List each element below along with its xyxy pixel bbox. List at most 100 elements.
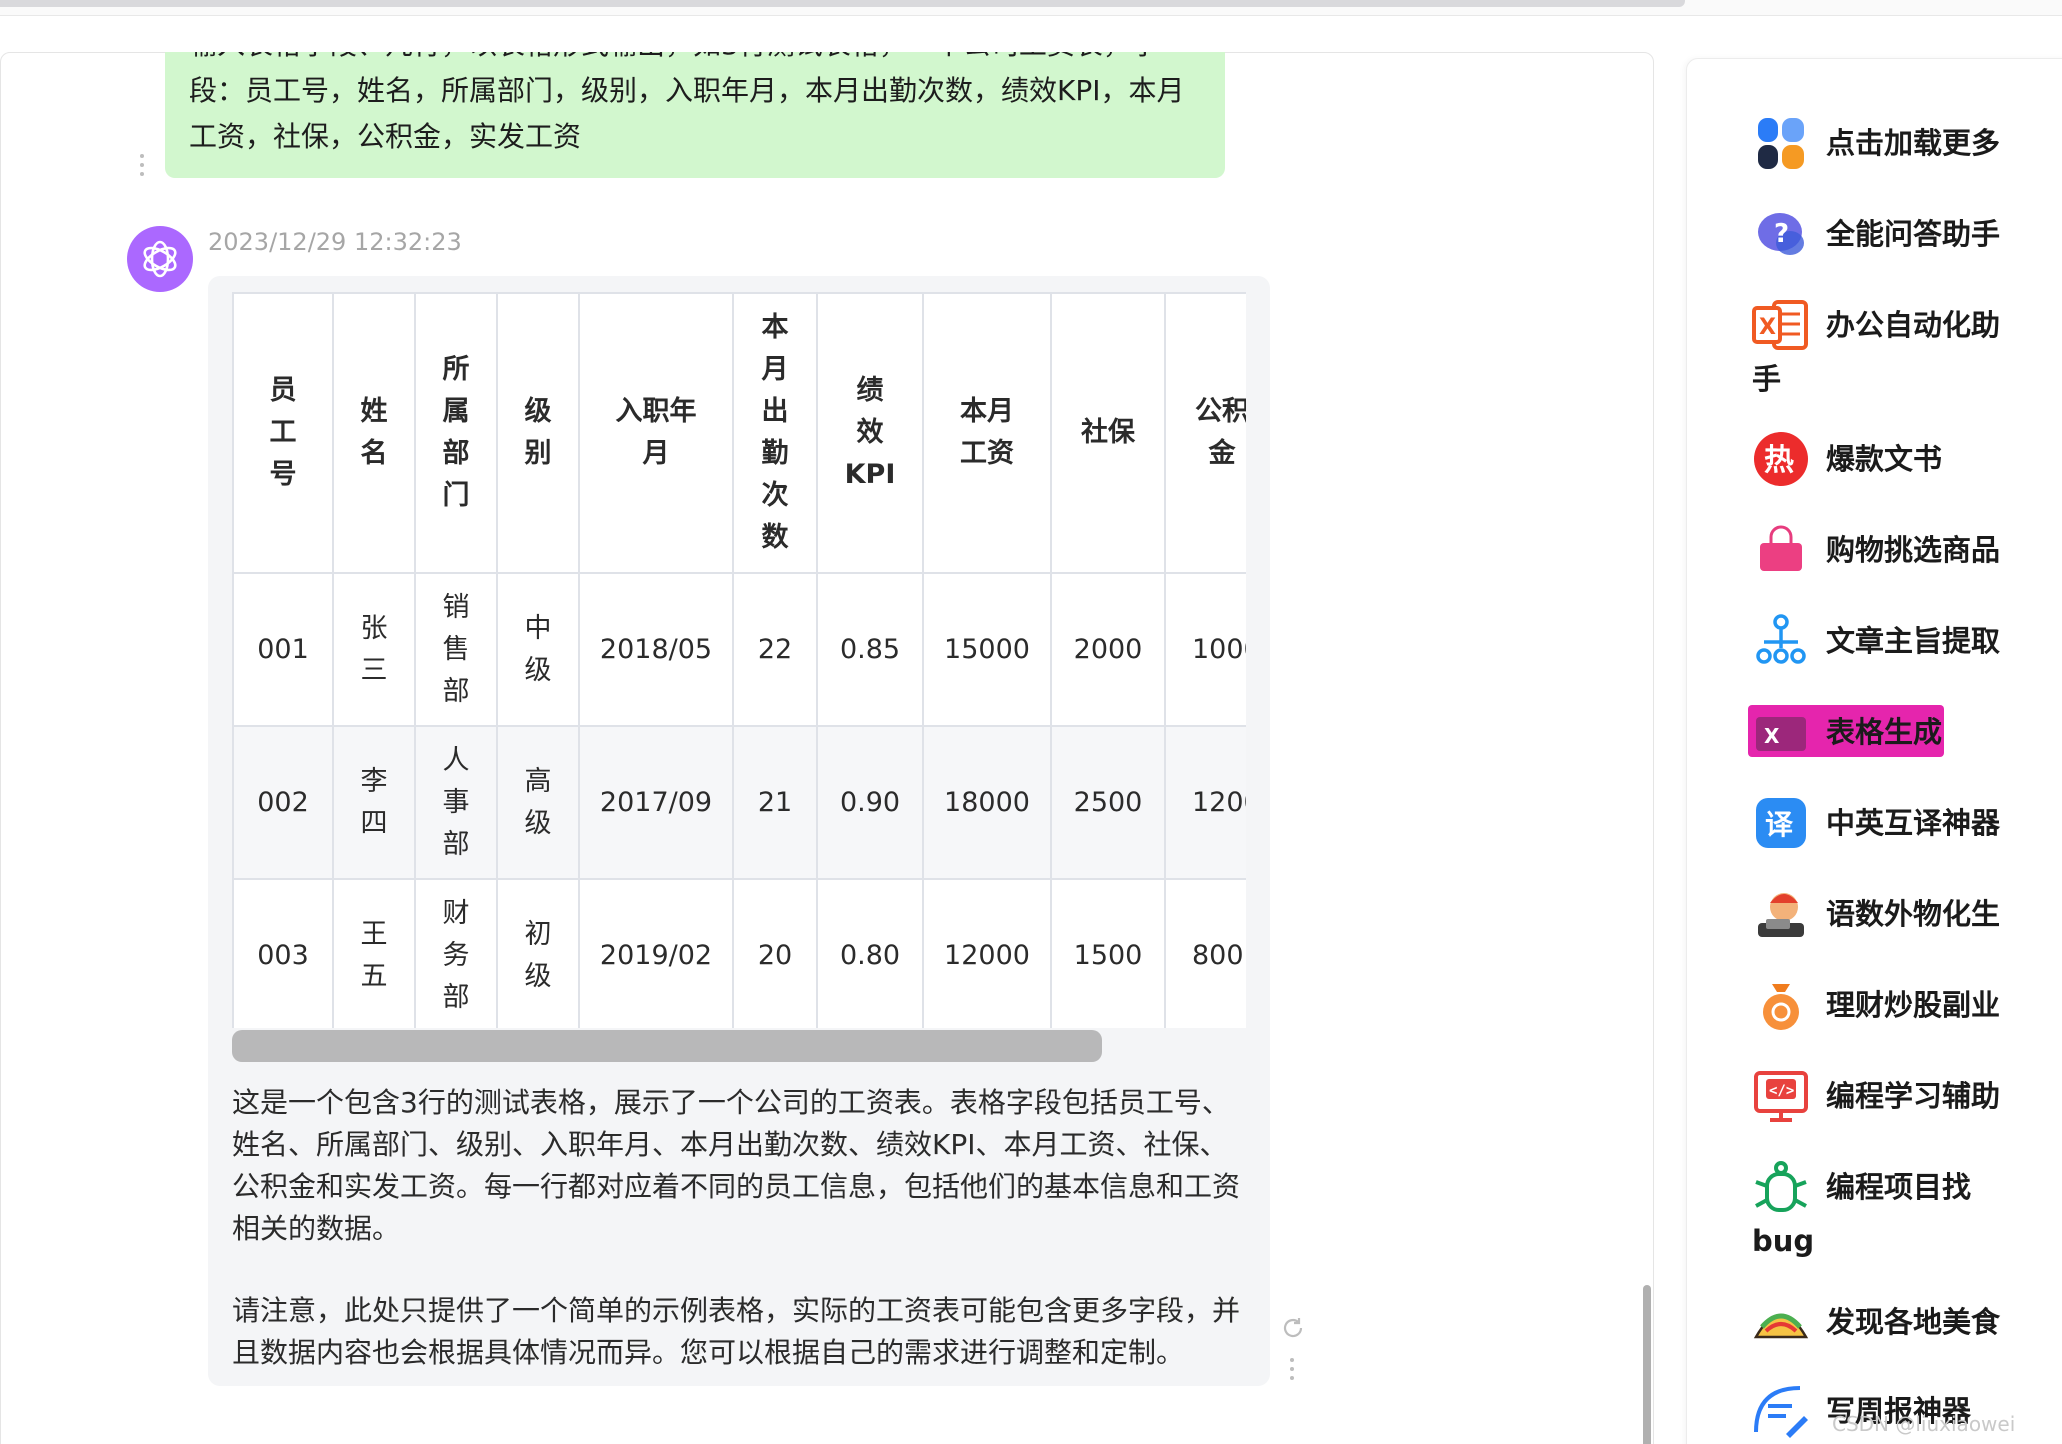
assistant-paragraph-2: 请注意，此处只提供了一个简单的示例表格，实际的工资表可能包含更多字段，并且数据内…	[232, 1294, 1241, 1369]
table-cell: 2017/09	[578, 725, 734, 880]
table-cell: 1000	[1164, 572, 1246, 727]
table-cell: 2500	[1050, 725, 1166, 880]
sidebar-item-label: 爆款文书	[1826, 442, 1943, 476]
user-message-line2: 段：员工号，姓名，所属部门，级别，入职年月，本月出勤次数，绩效KPI，本月	[189, 74, 1185, 107]
table-header-cell: 本月 工资	[922, 292, 1052, 574]
table-cell: 人 事 部	[414, 725, 498, 880]
apps-grid-icon	[1752, 114, 1810, 172]
table-cell: 财 务 部	[414, 878, 498, 1028]
assistant-message-card: 员 工 号姓 名所 属 部 门级 别入职年 月本 月 出 勤 次 数绩 效 KP…	[208, 276, 1270, 1386]
watermark: CSDN @liuxiaowei	[1832, 1412, 2016, 1436]
table-cell: 王 五	[332, 878, 416, 1028]
table-cell: 0.85	[816, 572, 924, 727]
table-cell: 12000	[922, 878, 1052, 1028]
office-excel-icon: X	[1752, 296, 1810, 354]
table-header-cell: 绩 效 KPI	[816, 292, 924, 574]
table-cell: 0.80	[816, 878, 924, 1028]
table-scroll-container[interactable]: 员 工 号姓 名所 属 部 门级 别入职年 月本 月 出 勤 次 数绩 效 KP…	[232, 292, 1246, 1028]
sidebar-item-label: 全能问答助手	[1826, 217, 2001, 251]
table-cell: 20	[732, 878, 818, 1028]
chat-scrollbar[interactable]	[1643, 1285, 1651, 1444]
table-cell: 2019/02	[578, 878, 734, 1028]
bug-icon	[1752, 1158, 1810, 1216]
translate-icon: 译	[1752, 794, 1810, 852]
user-message-line1: 输入表格字段、几行，以表格形式输出，如3行测试表格，一个公司工资表，字	[189, 52, 1159, 61]
table-horizontal-scrollbar[interactable]	[232, 1030, 1102, 1062]
table-cell: 1500	[1050, 878, 1166, 1028]
table-cell: 0.90	[816, 725, 924, 880]
table-cell: 18000	[922, 725, 1052, 880]
openai-logo-icon	[143, 240, 177, 278]
table-file-icon: X	[1752, 703, 1810, 761]
sidebar-item-label: 编程学习辅助	[1826, 1079, 2001, 1113]
table-header-cell: 公积 金	[1164, 292, 1246, 574]
sidebar-item-label-wrap: bug	[1752, 1224, 1815, 1258]
table-cell: 21	[732, 725, 818, 880]
table-row: 001张 三销 售 部中 级2018/05220.851500020001000	[232, 572, 1246, 727]
table-cell: 15000	[922, 572, 1052, 727]
table-header-cell: 员 工 号	[232, 292, 334, 574]
user-message-text: 输入表格字段、几行，以表格形式输出，如3行测试表格，一个公司工资表，字 段：员工…	[189, 52, 1209, 160]
shopping-bag-icon	[1752, 521, 1810, 579]
table-row: 003 王 五财 务 部初 级 2019/02 20 0.80 12000 1500 800	[232, 878, 1246, 1028]
user-message-line3: 工资，社保，公积金，实发工资	[189, 120, 582, 153]
sidebar-item-label-wrap: 手	[1752, 362, 1782, 396]
svg-text:</>: </>	[1769, 1083, 1794, 1099]
sidebar-item-label: 理财炒股副业	[1826, 988, 2001, 1022]
user-message-more-icon[interactable]	[139, 154, 145, 176]
table-cell: 高 级	[496, 725, 580, 880]
code-screen-icon: </>	[1752, 1067, 1810, 1125]
svg-text:X: X	[1759, 315, 1776, 340]
money-bag-icon	[1752, 976, 1810, 1034]
sidebar-item-label: 办公自动化助	[1826, 308, 2001, 342]
hierarchy-icon	[1752, 612, 1810, 670]
table-cell: 销 售 部	[414, 572, 498, 727]
sidebar-item-label: 点击加载更多	[1826, 126, 2001, 160]
table-cell: 初 级	[496, 878, 580, 1028]
question-bubble-icon: ?	[1752, 205, 1810, 263]
svg-text:译: 译	[1765, 808, 1794, 841]
sidebar-item-label: 购物挑选商品	[1826, 533, 2001, 567]
report-pen-icon	[1752, 1382, 1810, 1440]
sidebar-item-label: 编程项目找	[1826, 1170, 1972, 1204]
user-message-bubble: 输入表格字段、几行，以表格形式输出，如3行测试表格，一个公司工资表，字 段：员工…	[165, 52, 1225, 178]
table-cell: 李 四	[332, 725, 416, 880]
table-body: 001 张 三销 售 部中 级 2018/05 22 0.85 15000 2000 100 0…	[232, 572, 1246, 1028]
svg-text:?: ?	[1774, 219, 1789, 249]
table-header-cell: 级 别	[496, 292, 580, 574]
table-cell: 002	[232, 725, 334, 880]
assistant-avatar	[127, 226, 193, 292]
table-header-cell: 所 属 部 门	[414, 292, 498, 574]
taco-icon	[1752, 1293, 1810, 1351]
table-header-cell: 本 月 出 勤 次 数	[732, 292, 818, 574]
table-cell: 003	[232, 878, 334, 1028]
table-cell: 800	[1164, 878, 1246, 1028]
top-bar	[0, 0, 2062, 16]
salary-table: 员 工 号姓 名所 属 部 门级 别入职年 月本 月 出 勤 次 数绩 效 KP…	[232, 292, 1246, 1028]
table-cell: 张 三	[332, 572, 416, 727]
sidebar-item-label: 表格生成	[1826, 715, 1943, 749]
svg-text:热: 热	[1764, 443, 1794, 478]
student-icon	[1752, 885, 1810, 943]
table-cell: 22	[732, 572, 818, 727]
svg-text:X: X	[1764, 724, 1780, 748]
table-cell: 1200	[1164, 725, 1246, 880]
regenerate-icon[interactable]	[1281, 1316, 1305, 1340]
table-cell: 中 级	[496, 572, 580, 727]
table-header-cell: 入职年 月	[578, 292, 734, 574]
top-scrollbar[interactable]	[0, 0, 1685, 7]
table-cell: 2000	[1050, 572, 1166, 727]
hot-badge-icon: 热	[1752, 430, 1810, 488]
table-cell: 2018/05	[578, 572, 734, 727]
sidebar-item-label: 语数外物化生	[1826, 897, 2001, 931]
table-cell: 001	[232, 572, 334, 727]
sidebar-item-label: 文章主旨提取	[1826, 624, 2001, 658]
table-header-row: 员 工 号姓 名所 属 部 门级 别入职年 月本 月 出 勤 次 数绩 效 KP…	[232, 292, 1246, 574]
table-header-cell: 社保	[1050, 292, 1166, 574]
table-header-cell: 姓 名	[332, 292, 416, 574]
table-row: 002李 四人 事 部高 级2017/09210.901800025001200	[232, 725, 1246, 880]
sidebar-item-label: 发现各地美食	[1826, 1305, 2001, 1339]
assistant-more-icon[interactable]	[1289, 1358, 1295, 1380]
assistant-paragraph-1: 这是一个包含3行的测试表格，展示了一个公司的工资表。表格字段包括员工号、姓名、所…	[232, 1086, 1241, 1245]
sidebar-item-label: 中英互译神器	[1826, 806, 2001, 840]
